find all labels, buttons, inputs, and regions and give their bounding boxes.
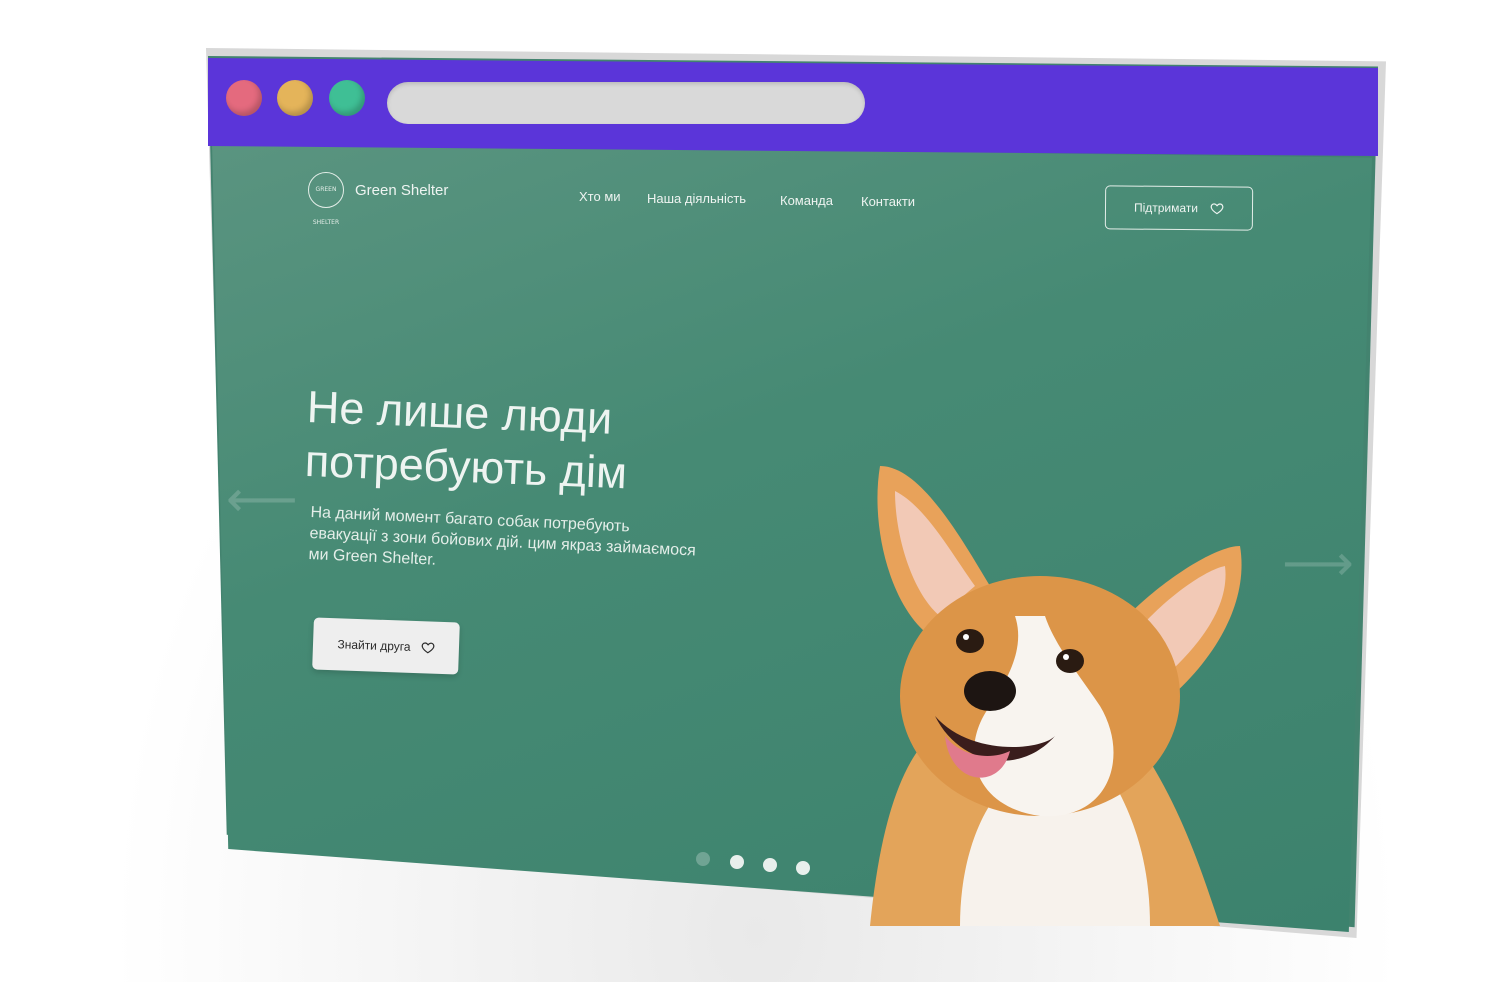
heart-icon bbox=[1210, 203, 1224, 215]
prev-slide-arrow-icon[interactable]: ⟵ bbox=[226, 470, 298, 528]
support-button[interactable]: Підтримати bbox=[1104, 185, 1254, 231]
support-button-label: Підтримати bbox=[1133, 200, 1199, 216]
slide-dot-3[interactable] bbox=[763, 858, 777, 872]
hero-title: Не лише люди потребують дім bbox=[304, 380, 768, 506]
nav-link-about[interactable]: Хто ми bbox=[579, 189, 621, 204]
corgi-dog-image bbox=[870, 466, 1242, 926]
address-bar[interactable] bbox=[387, 82, 865, 124]
brand-name[interactable]: Green Shelter bbox=[355, 182, 448, 199]
slide-dot-2[interactable] bbox=[730, 855, 744, 869]
nav-link-contacts[interactable]: Контакти bbox=[861, 194, 915, 209]
minimize-window-button[interactable] bbox=[277, 80, 313, 116]
logo-icon[interactable]: GREEN SHELTER bbox=[308, 172, 344, 226]
close-window-button[interactable] bbox=[226, 80, 262, 116]
find-friend-button-label: Знайти друга bbox=[337, 637, 411, 654]
slider-pagination bbox=[696, 852, 816, 876]
heart-icon bbox=[421, 642, 434, 654]
nav-link-activity[interactable]: Наша діяльність bbox=[647, 191, 746, 206]
next-slide-arrow-icon[interactable]: ⟶ bbox=[1282, 534, 1354, 592]
slide-dot-1[interactable] bbox=[696, 852, 710, 866]
find-friend-button[interactable]: Знайти друга bbox=[312, 617, 460, 675]
slide-dot-4[interactable] bbox=[796, 861, 810, 875]
maximize-window-button[interactable] bbox=[329, 80, 365, 116]
nav-link-team[interactable]: Команда bbox=[780, 193, 833, 208]
